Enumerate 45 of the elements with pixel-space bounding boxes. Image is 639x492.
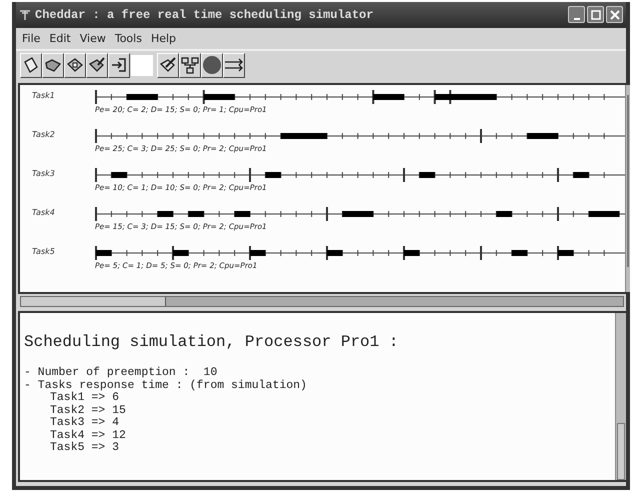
import-icon: [110, 56, 128, 74]
minimize-button[interactable]: [568, 6, 585, 24]
task-label: Task1: [32, 90, 56, 102]
toolbar-button[interactable]: [64, 52, 86, 78]
task-label: Task5: [32, 246, 56, 258]
toolbar-button[interactable]: [42, 52, 64, 78]
task-label: Task4: [32, 206, 56, 219]
menu-item[interactable]: File: [22, 32, 40, 45]
sphere-icon: [202, 55, 222, 76]
response-time-line: Task2 => 15: [49, 404, 127, 416]
input-field[interactable]: [131, 54, 153, 76]
task-label: Task2: [32, 128, 56, 141]
output-line: - Number of preemption : 10: [24, 367, 218, 380]
toolbar-button[interactable]: [20, 52, 42, 78]
toolbar-button[interactable]: [86, 52, 108, 78]
close-icon: [610, 10, 620, 20]
vertical-scrollbar[interactable]: [625, 84, 630, 292]
vertical-scrollbar[interactable]: [615, 313, 626, 480]
horizontal-scrollbar[interactable]: [20, 296, 624, 307]
menu-item[interactable]: Help: [150, 32, 176, 45]
output-heading: Scheduling simulation, Processor Pro1 :: [24, 333, 400, 351]
minimize-icon: [574, 18, 580, 20]
toolbar-button[interactable]: [108, 52, 130, 78]
window-title: Cheddar : a free real time scheduling simulator: [35, 8, 374, 22]
output-line: - Tasks response time : (from simulation): [24, 380, 308, 392]
menu-item[interactable]: View: [80, 32, 106, 45]
response-time-line: Task3 => 4: [49, 417, 120, 430]
toolbar-button[interactable]: [201, 52, 223, 78]
response-time-line: Task5 => 3: [49, 442, 120, 454]
network-icon: [181, 56, 199, 74]
maximize-button[interactable]: [587, 6, 604, 24]
menu-item[interactable]: Tools: [114, 32, 142, 45]
app-icon: [19, 8, 31, 21]
close-button[interactable]: [606, 6, 623, 24]
edit-icon: [159, 56, 177, 74]
maximize-icon: [590, 10, 600, 20]
task-label: Task3: [32, 168, 56, 180]
page-icon: [22, 56, 40, 74]
toolbar-button[interactable]: [223, 52, 245, 78]
menu-item[interactable]: Edit: [49, 32, 71, 45]
pen-icon: [88, 56, 106, 74]
response-time-line: Task4 => 12: [49, 430, 127, 442]
toolbar-button[interactable]: [157, 52, 179, 78]
toolbar-button[interactable]: [179, 52, 201, 78]
response-time-line: Task1 => 6: [49, 392, 120, 404]
